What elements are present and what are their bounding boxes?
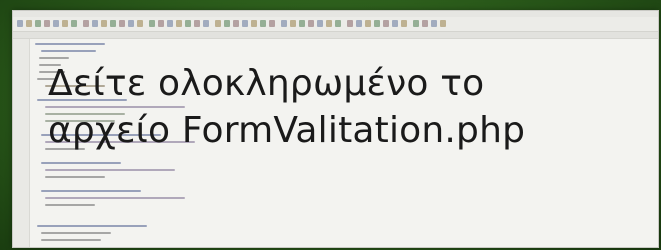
toolbar-icon[interactable] <box>149 20 155 27</box>
toolbar-icon[interactable] <box>392 20 398 27</box>
code-line <box>45 176 105 178</box>
code-line <box>41 50 96 52</box>
toolbar-icon[interactable] <box>215 20 221 27</box>
code-line <box>39 57 69 59</box>
toolbar-icon[interactable] <box>365 20 371 27</box>
toolbar-icon[interactable] <box>299 20 305 27</box>
slide-caption: Δείτε ολοκληρωμένο το αρχείο FormValitat… <box>48 60 648 154</box>
toolbar-icon[interactable] <box>101 20 107 27</box>
toolbar-icon[interactable] <box>251 20 257 27</box>
toolbar-icon[interactable] <box>422 20 428 27</box>
code-line <box>41 232 111 234</box>
toolbar-icon[interactable] <box>62 20 68 27</box>
toolbar-icon[interactable] <box>383 20 389 27</box>
toolbar-icon[interactable] <box>317 20 323 27</box>
toolbar-icon[interactable] <box>119 20 125 27</box>
code-line <box>45 169 175 171</box>
toolbar-icon[interactable] <box>137 20 143 27</box>
toolbar-icon[interactable] <box>17 20 23 27</box>
toolbar-icon[interactable] <box>53 20 59 27</box>
toolbar-icon[interactable] <box>347 20 353 27</box>
toolbar-icon[interactable] <box>233 20 239 27</box>
toolbar-icon[interactable] <box>185 20 191 27</box>
code-line <box>45 204 95 206</box>
toolbar-icon[interactable] <box>260 20 266 27</box>
code-line <box>41 239 101 241</box>
toolbar-icon[interactable] <box>110 20 116 27</box>
toolbar-icon[interactable] <box>71 20 77 27</box>
toolbar-icon[interactable] <box>242 20 248 27</box>
toolbar-icon[interactable] <box>26 20 32 27</box>
toolbar-icon[interactable] <box>440 20 446 27</box>
code-line <box>41 162 121 164</box>
toolbar-icon[interactable] <box>44 20 50 27</box>
toolbar-icon[interactable] <box>158 20 164 27</box>
toolbar-icon[interactable] <box>431 20 437 27</box>
toolbar-icon[interactable] <box>176 20 182 27</box>
toolbar-icon[interactable] <box>290 20 296 27</box>
toolbar-icon[interactable] <box>269 20 275 27</box>
code-line <box>37 225 147 227</box>
toolbar-icon[interactable] <box>401 20 407 27</box>
toolbar-icon[interactable] <box>92 20 98 27</box>
editor-toolbar <box>13 17 658 32</box>
toolbar-icon[interactable] <box>281 20 287 27</box>
code-line <box>35 43 105 45</box>
line-number-gutter <box>13 39 30 247</box>
toolbar-icon[interactable] <box>308 20 314 27</box>
toolbar-icon[interactable] <box>167 20 173 27</box>
code-line <box>41 190 141 192</box>
code-line <box>45 197 185 199</box>
toolbar-icon[interactable] <box>356 20 362 27</box>
editor-tab-strip <box>13 32 658 39</box>
toolbar-icon[interactable] <box>35 20 41 27</box>
toolbar-icon[interactable] <box>128 20 134 27</box>
toolbar-icon[interactable] <box>224 20 230 27</box>
toolbar-icon[interactable] <box>335 20 341 27</box>
caption-line-1: Δείτε ολοκληρωμένο το <box>48 63 485 104</box>
toolbar-icon[interactable] <box>374 20 380 27</box>
toolbar-icon[interactable] <box>203 20 209 27</box>
caption-line-2: αρχείο FormValitation.php <box>48 110 526 151</box>
toolbar-icon[interactable] <box>83 20 89 27</box>
toolbar-icon[interactable] <box>326 20 332 27</box>
toolbar-icon[interactable] <box>413 20 419 27</box>
toolbar-icon[interactable] <box>194 20 200 27</box>
